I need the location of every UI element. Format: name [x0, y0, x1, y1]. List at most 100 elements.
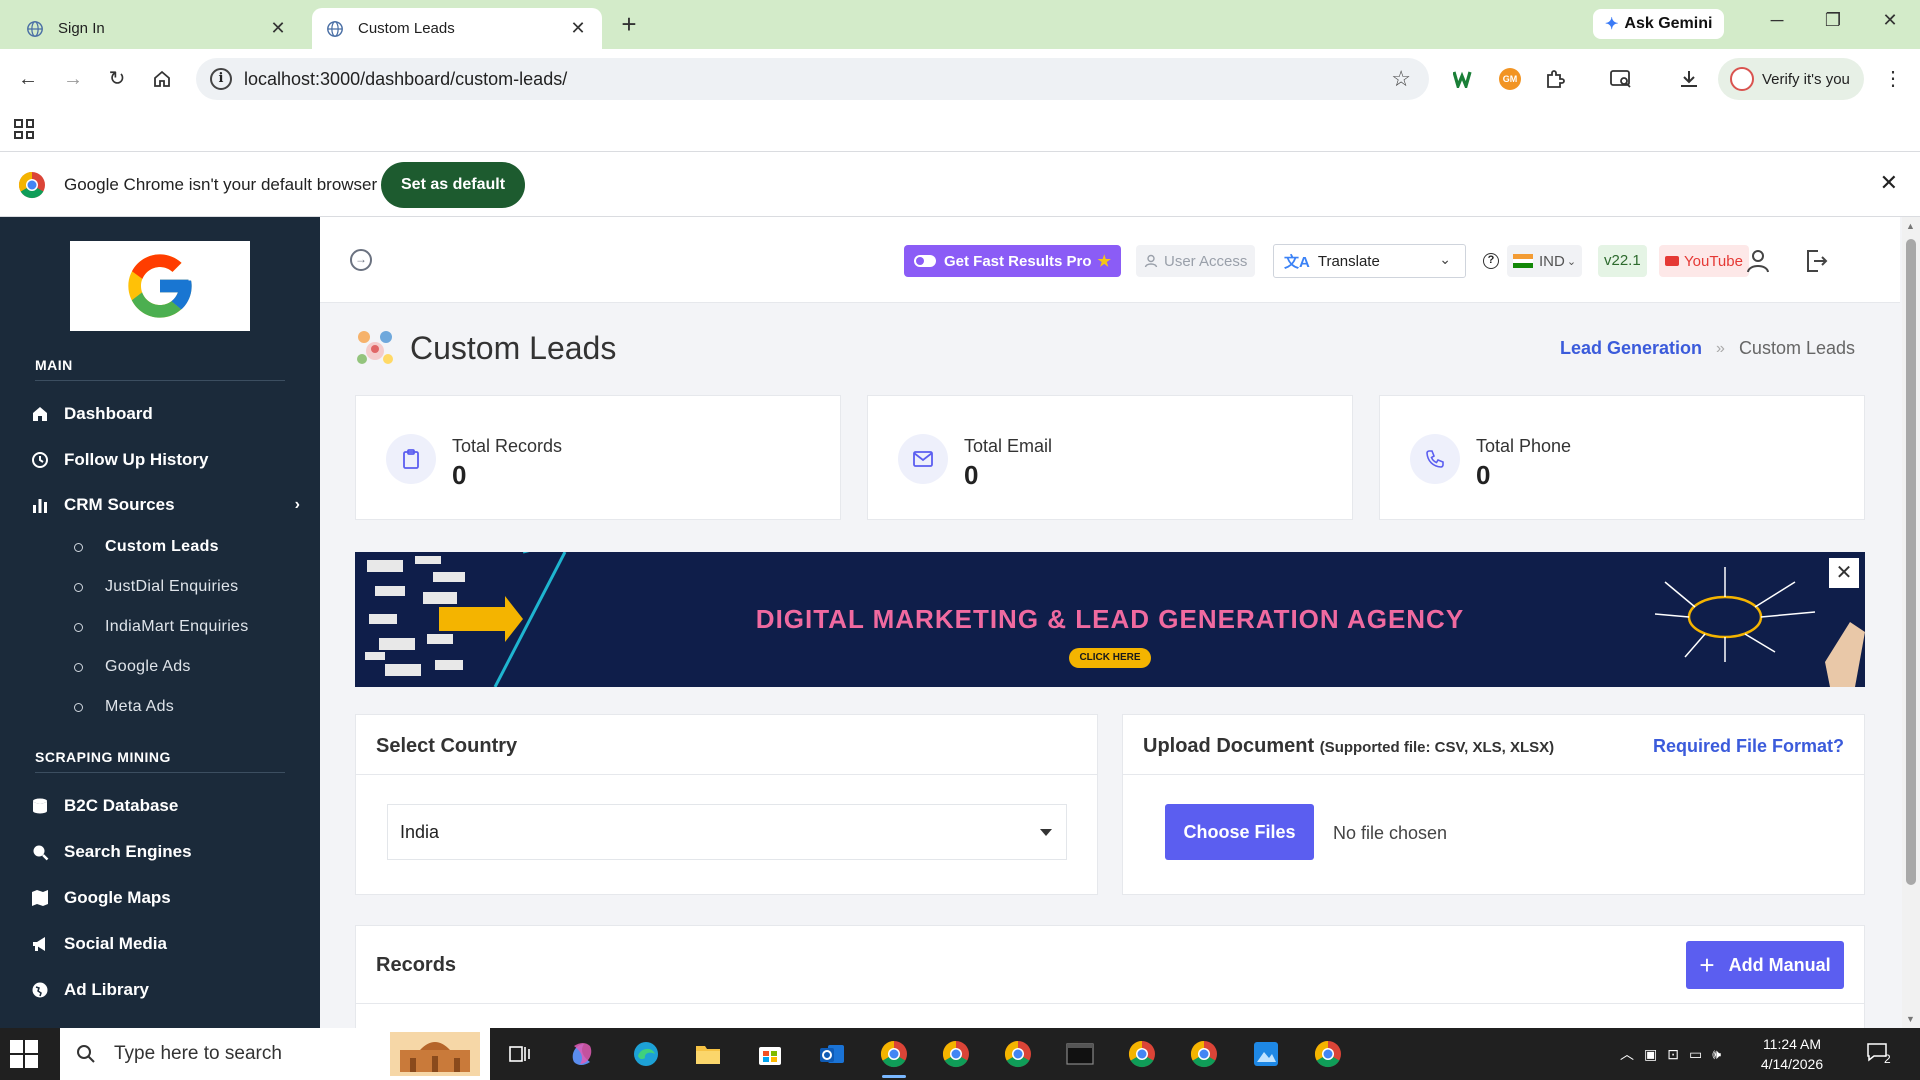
user-access-button[interactable]: User Access	[1136, 245, 1256, 277]
upload-document-card: Upload Document (Supported file: CSV, XL…	[1122, 714, 1865, 895]
windows-start-icon[interactable]	[10, 1040, 38, 1068]
file-explorer-icon[interactable]	[690, 1036, 726, 1072]
ask-gemini-button[interactable]: ✦ Ask Gemini	[1593, 9, 1725, 39]
sidebar-item-ad-library[interactable]: Ad Library	[30, 970, 300, 1010]
minimize-button[interactable]: ─	[1757, 10, 1797, 38]
sidebar-item-crm-sources[interactable]: CRM Sources ›	[30, 485, 300, 525]
site-info-icon[interactable]: i	[210, 68, 232, 90]
scroll-down-icon[interactable]: ▼	[1906, 1014, 1915, 1024]
verify-label: Verify it's you	[1762, 70, 1850, 88]
sidebar-item-search-engines[interactable]: Search Engines	[30, 832, 300, 872]
get-pro-button[interactable]: Get Fast Results Pro ★	[904, 245, 1121, 277]
stat-value: 0	[452, 460, 467, 490]
chrome-app-icon[interactable]	[876, 1036, 912, 1078]
toggle-icon	[914, 255, 936, 267]
extension-gm-icon[interactable]: GM	[1494, 63, 1526, 95]
chrome-profile-5-icon[interactable]	[1186, 1036, 1222, 1072]
bullet-icon	[74, 582, 83, 592]
stat-card-total-email: Total Email 0	[867, 395, 1353, 520]
translate-select[interactable]: 文A Translate ⌄	[1273, 244, 1466, 278]
browser-tab-sign-in[interactable]: Sign In ✕	[12, 8, 302, 49]
verify-profile-button[interactable]: Verify it's you	[1718, 58, 1864, 100]
country-dropdown[interactable]: India	[387, 804, 1067, 860]
back-icon[interactable]: ←	[12, 63, 44, 95]
sidebar-subitem-justdial[interactable]: JustDial Enquiries	[74, 570, 238, 604]
sidebar-subitem-custom-leads[interactable]: Custom Leads	[74, 530, 219, 564]
chrome-profile-3-icon[interactable]	[1000, 1036, 1036, 1072]
sidebar-item-social-media[interactable]: Social Media	[30, 924, 300, 964]
system-tray: ︿ ▣ ⊡ ▭ 🕪	[1620, 1028, 1721, 1080]
required-format-link[interactable]: Required File Format?	[1653, 736, 1844, 757]
profile-icon[interactable]	[1744, 247, 1772, 275]
outlook-icon[interactable]	[814, 1036, 850, 1072]
sidebar-toggle-icon[interactable]: →	[350, 249, 372, 271]
leads-illustration-icon	[357, 331, 393, 364]
set-default-button[interactable]: Set as default	[381, 162, 526, 208]
search-icon	[30, 842, 50, 862]
meet-now-icon[interactable]: ▣	[1644, 1046, 1657, 1063]
sidebar-item-follow-up-history[interactable]: Follow Up History	[30, 440, 300, 480]
add-manual-button[interactable]: + Add Manual	[1686, 941, 1844, 989]
tab-search-icon[interactable]	[1605, 63, 1637, 95]
url-bar[interactable]: i localhost:3000/dashboard/custom-leads/…	[196, 58, 1429, 100]
new-tab-button[interactable]: +	[616, 11, 642, 38]
translate-icon: 文A	[1284, 253, 1310, 271]
file-status: No file chosen	[1333, 823, 1448, 843]
map-icon	[30, 888, 50, 908]
network-icon[interactable]: ▭	[1689, 1046, 1702, 1063]
sidebar-subitem-indiamart[interactable]: IndiaMart Enquiries	[74, 610, 249, 644]
stat-value: 0	[964, 460, 979, 490]
apps-grid-icon[interactable]	[14, 119, 34, 139]
help-icon[interactable]: ?	[1483, 253, 1499, 269]
photos-app-icon[interactable]	[1248, 1036, 1284, 1072]
country-selector[interactable]: IND ⌄	[1507, 245, 1583, 277]
taskbar-clock[interactable]: 11:24 AM 4/14/2026	[1748, 1034, 1836, 1074]
window-close-button[interactable]: ✕	[1870, 10, 1910, 38]
volume-icon[interactable]: 🕪	[1712, 1046, 1721, 1063]
banner-close-button[interactable]: ✕	[1829, 558, 1859, 588]
extension-w-icon[interactable]	[1448, 63, 1480, 95]
scroll-up-icon[interactable]: ▲	[1906, 221, 1915, 231]
close-icon[interactable]: ✕	[568, 18, 588, 39]
home-icon[interactable]	[146, 63, 178, 95]
app-header: → Get Fast Results Pro ★ User Access 文A …	[320, 217, 1900, 303]
banner-cta-button[interactable]: CLICK HERE	[1069, 648, 1151, 668]
copilot-icon[interactable]	[564, 1036, 600, 1072]
sidebar-item-dashboard[interactable]: Dashboard	[30, 394, 300, 434]
more-menu-icon[interactable]: ⋮	[1877, 63, 1909, 95]
browser-tab-custom-leads[interactable]: Custom Leads ✕	[312, 8, 602, 49]
close-icon[interactable]: ✕	[1880, 170, 1898, 196]
sidebar-item-google-maps[interactable]: Google Maps	[30, 878, 300, 918]
terminal-icon[interactable]	[1062, 1036, 1098, 1072]
close-icon[interactable]: ✕	[268, 18, 288, 39]
edge-icon[interactable]	[628, 1036, 664, 1072]
download-icon[interactable]	[1673, 63, 1705, 95]
chrome-profile-6-icon[interactable]	[1310, 1036, 1346, 1072]
extensions-puzzle-icon[interactable]	[1539, 63, 1571, 95]
security-icon[interactable]: ⊡	[1667, 1046, 1679, 1063]
forward-icon[interactable]: →	[57, 63, 89, 95]
restore-button[interactable]: ❐	[1813, 10, 1853, 38]
youtube-button[interactable]: YouTube	[1659, 245, 1749, 277]
notification-center-icon[interactable]: 2	[1866, 1042, 1896, 1066]
reload-icon[interactable]: ↻	[101, 63, 133, 95]
sidebar-subitem-google-ads[interactable]: Google Ads	[74, 650, 191, 684]
task-view-icon[interactable]	[502, 1036, 538, 1072]
mail-icon	[898, 434, 948, 484]
country-code: IND	[1539, 252, 1565, 270]
page-scrollbar[interactable]: ▲ ▼	[1902, 217, 1920, 1028]
scrollbar-thumb[interactable]	[1906, 239, 1916, 885]
promo-banner[interactable]: DIGITAL MARKETING & LEAD GENERATION AGEN…	[355, 552, 1865, 687]
bookmark-star-icon[interactable]: ☆	[1391, 66, 1411, 92]
chrome-profile-4-icon[interactable]	[1124, 1036, 1160, 1072]
microsoft-store-icon[interactable]	[752, 1036, 788, 1072]
sidebar-subitem-meta-ads[interactable]: Meta Ads	[74, 690, 174, 724]
breadcrumb-link-lead-generation[interactable]: Lead Generation	[1560, 338, 1702, 359]
choose-files-button[interactable]: Choose Files	[1165, 804, 1314, 860]
logout-icon[interactable]	[1802, 247, 1830, 275]
records-card: Records + Add Manual	[355, 925, 1865, 1028]
chevron-right-icon: ›	[294, 496, 300, 513]
chevron-up-icon[interactable]: ︿	[1620, 1044, 1634, 1064]
sidebar-item-b2c-database[interactable]: B2C Database	[30, 786, 300, 826]
chrome-profile-2-icon[interactable]	[938, 1036, 974, 1072]
